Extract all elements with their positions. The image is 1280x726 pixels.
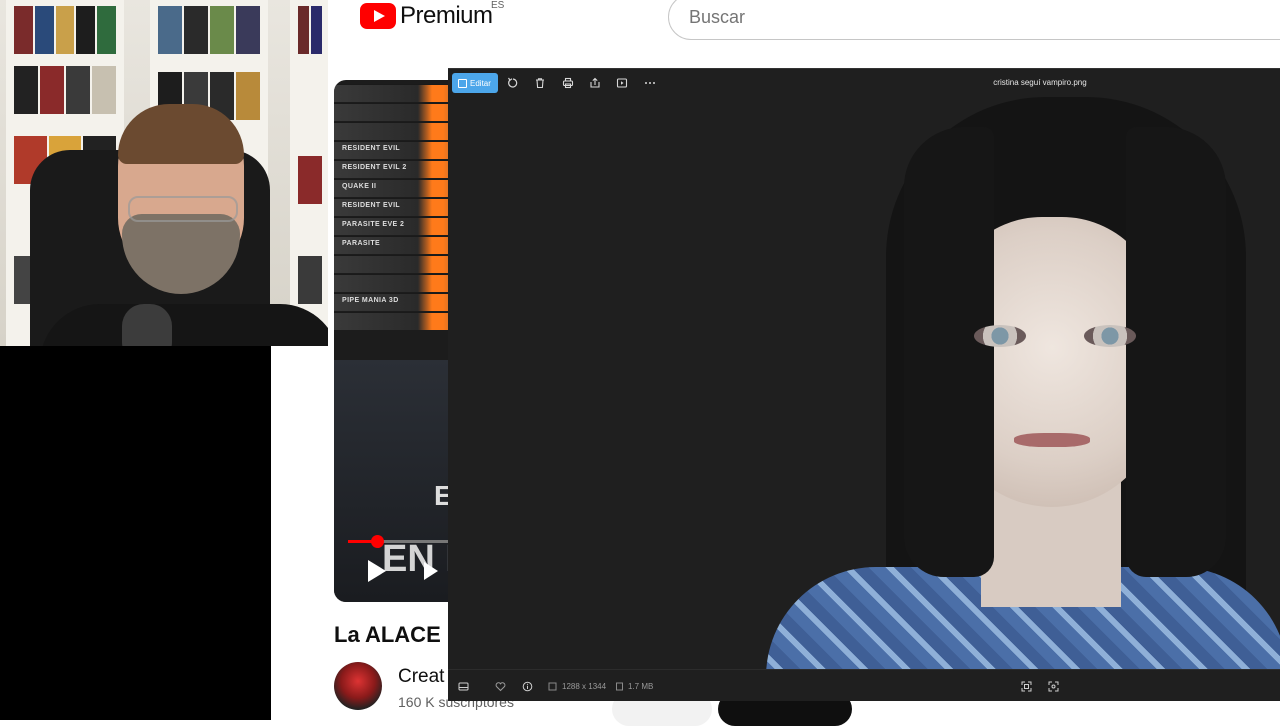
dimensions-icon — [545, 679, 559, 693]
fit-icon[interactable] — [1019, 679, 1033, 693]
rotate-icon[interactable] — [505, 75, 521, 91]
photo-viewer-window: Editar cristina seguí vampiro.png 1288 x… — [448, 68, 1280, 701]
edit-button[interactable]: Editar — [452, 73, 498, 93]
glasses — [128, 196, 238, 222]
image-dimensions: 1288 x 1344 — [562, 682, 607, 691]
filmstrip-icon[interactable] — [456, 679, 470, 693]
file-name: cristina seguí vampiro.png — [993, 78, 1087, 87]
delete-icon[interactable] — [532, 75, 548, 91]
favorite-icon[interactable] — [493, 679, 507, 693]
viewer-toolbar: Editar cristina seguí vampiro.png — [448, 69, 1280, 97]
streamer — [40, 104, 328, 346]
slideshow-icon[interactable] — [614, 75, 630, 91]
game-case-label: RESIDENT EVIL — [342, 202, 401, 209]
play-icon[interactable] — [368, 560, 386, 582]
black-panel — [0, 346, 271, 720]
print-icon[interactable] — [560, 75, 576, 91]
country-code: ES — [491, 0, 505, 11]
bookcase — [290, 0, 328, 346]
info-icon[interactable] — [520, 679, 534, 693]
fullscreen-icon[interactable] — [1046, 679, 1060, 693]
channel-avatar[interactable] — [334, 662, 382, 710]
search-placeholder: Buscar — [689, 7, 746, 27]
search-input[interactable]: Buscar — [668, 0, 1280, 40]
game-case-label: PIPE MANIA 3D — [342, 297, 399, 304]
youtube-play-icon — [360, 3, 396, 29]
game-case-label: RESIDENT EVIL 2 — [342, 164, 407, 171]
video-title[interactable]: La ALACE — [334, 622, 441, 648]
file-size: 1.7 MB — [628, 682, 654, 691]
game-case-label: RESIDENT EVIL — [342, 145, 401, 152]
microphone — [122, 304, 172, 346]
next-icon[interactable] — [424, 562, 438, 580]
edit-label: Editar — [470, 78, 491, 88]
game-case-label: PARASITE — [342, 240, 381, 247]
viewer-status-bar: 1288 x 1344 1.7 MB — [448, 669, 1280, 701]
edit-pen-icon — [458, 78, 467, 88]
game-case-label: PARASITE EVE 2 — [342, 221, 405, 228]
game-case-label: QUAKE II — [342, 183, 377, 190]
logo-word: Premium — [400, 2, 493, 29]
youtube-premium-logo[interactable]: Premium ES — [360, 0, 504, 30]
displayed-photo[interactable] — [766, 97, 1280, 669]
channel-name[interactable]: Creat — [398, 666, 444, 688]
more-icon[interactable] — [642, 75, 658, 91]
file-size-icon — [612, 679, 626, 693]
share-icon[interactable] — [587, 75, 603, 91]
webcam-feed — [0, 0, 328, 346]
video-progress-scrubber[interactable] — [370, 535, 384, 548]
